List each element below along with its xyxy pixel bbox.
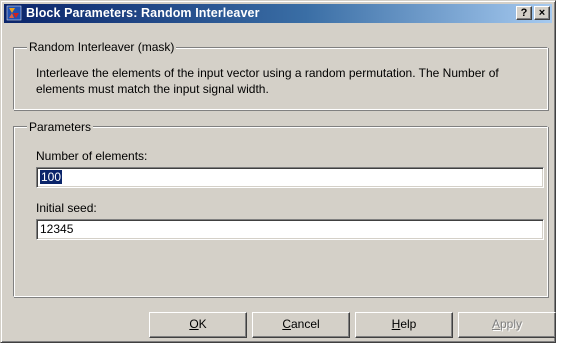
cancel-button[interactable]: Cancel: [252, 312, 350, 338]
number-of-elements-input[interactable]: 100: [36, 167, 544, 188]
help-label-rest: elp: [400, 317, 417, 331]
mask-description-text: Interleave the elements of the input vec…: [36, 66, 499, 96]
initial-seed-value: 12345: [40, 222, 74, 236]
simulink-block-icon: [6, 5, 22, 21]
cancel-label-rest: ancel: [290, 317, 320, 331]
initial-seed-label: Initial seed:: [36, 201, 97, 215]
number-of-elements-label: Number of elements:: [36, 149, 148, 163]
ok-label-rest: K: [198, 317, 207, 331]
ok-mnemonic: O: [189, 317, 199, 331]
number-of-elements-value: 100: [40, 170, 63, 184]
help-button[interactable]: Help: [355, 312, 453, 338]
apply-label-rest: pply: [500, 317, 523, 331]
title-bar[interactable]: Block Parameters: Random Interleaver ? ×: [4, 4, 552, 23]
cancel-mnemonic: C: [282, 317, 291, 331]
parameters-group-legend: Parameters: [27, 120, 94, 134]
apply-button[interactable]: Apply: [458, 312, 556, 338]
window-title: Block Parameters: Random Interleaver: [26, 6, 260, 20]
apply-mnemonic: A: [491, 317, 500, 331]
ok-button[interactable]: OK: [149, 312, 247, 338]
context-help-button[interactable]: ?: [516, 6, 532, 20]
mask-group-legend: Random Interleaver (mask): [27, 40, 177, 54]
close-button[interactable]: ×: [534, 6, 550, 20]
initial-seed-input[interactable]: 12345: [36, 219, 544, 240]
